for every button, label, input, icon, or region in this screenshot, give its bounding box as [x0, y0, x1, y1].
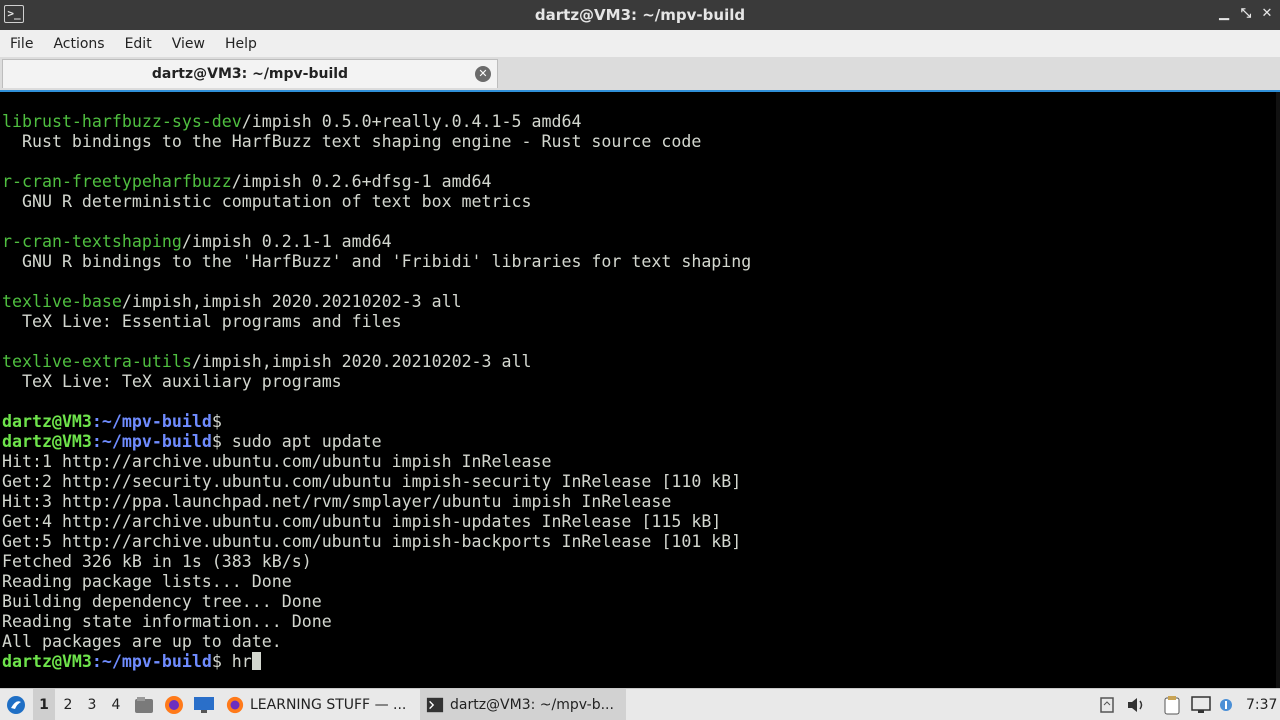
terminal-line: Rust bindings to the HarfBuzz text shapi…	[2, 132, 702, 151]
text-cursor	[251, 652, 261, 670]
window-titlebar[interactable]: >_ dartz@VM3: ~/mpv-build ▁ ⤡ ✕	[0, 0, 1280, 30]
terminal-app-icon[interactable]: >_	[4, 5, 24, 23]
close-icon[interactable]: ✕	[1259, 6, 1275, 22]
prompt-path: :~/mpv-build	[91, 432, 212, 451]
taskbar-window-label: dartz@VM3: ~/mpv-b...	[450, 696, 614, 713]
terminal-line: GNU R bindings to the 'HarfBuzz' and 'Fr…	[2, 252, 752, 271]
start-menu-icon[interactable]	[4, 689, 28, 720]
terminal-line: Hit:1 http://archive.ubuntu.com/ubuntu i…	[2, 452, 552, 471]
package-details: /impish 0.2.1-1 amd64	[181, 232, 392, 251]
monitor-launcher-icon[interactable]	[193, 689, 215, 720]
terminal-view[interactable]: librust-harfbuzz-sys-dev/impish 0.5.0+re…	[0, 90, 1280, 688]
file-manager-icon[interactable]	[134, 689, 154, 720]
terminal-line: GNU R deterministic computation of text …	[2, 192, 532, 211]
terminal-line: Building dependency tree... Done	[2, 592, 322, 611]
maximize-icon[interactable]: ⤡	[1238, 6, 1254, 22]
package-name: texlive-extra-utils	[2, 352, 192, 371]
menu-edit[interactable]: Edit	[115, 36, 162, 52]
window-title: dartz@VM3: ~/mpv-build	[534, 6, 746, 24]
menu-view[interactable]: View	[162, 36, 215, 52]
workspace-2[interactable]: 2	[57, 689, 79, 720]
prompt-user: dartz@VM3	[2, 412, 92, 431]
tab-terminal[interactable]: dartz@VM3: ~/mpv-build ✕	[2, 59, 498, 88]
package-details: /impish 0.5.0+really.0.4.1-5 amd64	[241, 112, 582, 131]
command-text: sudo apt update	[221, 432, 382, 451]
terminal-line: texlive-extra-utils/impish,impish 2020.2…	[2, 352, 751, 372]
terminal-line: Hit:3 http://ppa.launchpad.net/rvm/smpla…	[2, 492, 672, 511]
volume-icon[interactable]	[1126, 689, 1146, 720]
terminal-line: Reading state information... Done	[2, 612, 332, 631]
prompt-user: dartz@VM3	[2, 652, 92, 671]
prompt-path: :~/mpv-build	[91, 412, 212, 431]
terminal-line: TeX Live: TeX auxiliary programs	[2, 372, 342, 391]
package-name: librust-harfbuzz-sys-dev	[2, 112, 242, 131]
firefox-launcher-icon[interactable]	[164, 689, 184, 720]
minimize-icon[interactable]: ▁	[1216, 6, 1232, 22]
package-details: /impish,impish 2020.20210202-3 all	[191, 352, 532, 371]
package-name: r-cran-freetypeharfbuzz	[2, 172, 232, 191]
workspace-3[interactable]: 3	[81, 689, 103, 720]
terminal-icon	[426, 697, 444, 712]
terminal-line: Fetched 326 kB in 1s (383 kB/s)	[2, 552, 312, 571]
tab-label: dartz@VM3: ~/mpv-build	[151, 66, 349, 82]
scrollbar[interactable]	[1276, 92, 1280, 688]
taskbar: 1 2 3 4 LEARNING STUFF — ... dartz@VM3: …	[0, 688, 1280, 720]
terminal-line: Get:2 http://security.ubuntu.com/ubuntu …	[2, 472, 742, 491]
workspace-1[interactable]: 1	[33, 689, 55, 720]
prompt-dollar: $	[211, 412, 222, 431]
terminal-line: dartz@VM3:~/mpv-build$	[2, 412, 751, 432]
clipboard-icon[interactable]	[1162, 689, 1182, 720]
workspace-4[interactable]: 4	[105, 689, 127, 720]
menu-actions[interactable]: Actions	[43, 36, 114, 52]
command-text[interactable]: hr	[222, 652, 252, 671]
prompt-dollar: $	[211, 652, 222, 671]
terminal-line: dartz@VM3:~/mpv-build$ hr	[2, 652, 751, 672]
package-name: r-cran-textshaping	[2, 232, 182, 251]
package-details: /impish 0.2.6+dfsg-1 amd64	[231, 172, 492, 191]
terminal-line: All packages are up to date.	[2, 632, 282, 651]
firefox-icon	[226, 696, 244, 713]
package-name: texlive-base	[2, 292, 122, 311]
prompt-path: :~/mpv-build	[91, 652, 212, 671]
screen-icon[interactable]	[1191, 689, 1211, 720]
terminal-line: dartz@VM3:~/mpv-build$ sudo apt update	[2, 432, 751, 452]
tray-removable-icon[interactable]	[1098, 689, 1116, 720]
network-icon[interactable]	[1218, 689, 1234, 720]
terminal-line: TeX Live: Essential programs and files	[2, 312, 402, 331]
terminal-line: texlive-base/impish,impish 2020.20210202…	[2, 292, 751, 312]
taskbar-window-label: LEARNING STUFF — ...	[250, 696, 407, 713]
terminal-line: librust-harfbuzz-sys-dev/impish 0.5.0+re…	[2, 112, 751, 132]
tab-bar: dartz@VM3: ~/mpv-build ✕	[0, 57, 1280, 90]
terminal-line: r-cran-freetypeharfbuzz/impish 0.2.6+dfs…	[2, 172, 751, 192]
terminal-line: r-cran-textshaping/impish 0.2.1-1 amd64	[2, 232, 751, 252]
terminal-line: Get:5 http://archive.ubuntu.com/ubuntu i…	[2, 532, 742, 551]
taskbar-window-terminal[interactable]: dartz@VM3: ~/mpv-b...	[420, 689, 626, 720]
prompt-dollar: $	[211, 432, 222, 451]
menu-bar: File Actions Edit View Help	[0, 30, 1280, 57]
package-details: /impish,impish 2020.20210202-3 all	[121, 292, 462, 311]
tab-close-icon[interactable]: ✕	[475, 66, 491, 82]
prompt-user: dartz@VM3	[2, 432, 92, 451]
terminal-output: librust-harfbuzz-sys-dev/impish 0.5.0+re…	[2, 112, 751, 672]
menu-help[interactable]: Help	[215, 36, 267, 52]
terminal-line: Get:4 http://archive.ubuntu.com/ubuntu i…	[2, 512, 722, 531]
terminal-line: Reading package lists... Done	[2, 572, 292, 591]
clock[interactable]: 7:37	[1246, 689, 1277, 720]
menu-file[interactable]: File	[0, 36, 43, 52]
taskbar-window-firefox[interactable]: LEARNING STUFF — ...	[220, 689, 426, 720]
